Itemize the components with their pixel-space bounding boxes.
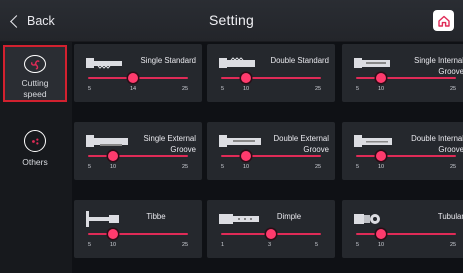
slider-min-label: 5 (88, 242, 92, 248)
home-button[interactable] (433, 10, 454, 31)
slider-track[interactable] (356, 77, 456, 79)
slider-track[interactable] (356, 233, 456, 235)
slider-handle[interactable] (241, 151, 251, 161)
fan-icon (24, 55, 46, 73)
card-single-standard: Single Standard 5 14 25 (74, 44, 202, 102)
dots-icon (24, 130, 46, 152)
slider-track[interactable] (221, 155, 321, 157)
slider-max-label: 25 (315, 86, 322, 92)
slider-min-label: 5 (221, 86, 225, 92)
slider-mid-label: 3 (268, 242, 272, 248)
sidebar-item-label: Cutting speed (21, 78, 49, 99)
card-tubular: Tubular 5 10 25 (342, 200, 463, 258)
slider-track[interactable] (221, 77, 321, 79)
slider-handle[interactable] (266, 229, 276, 239)
key-type-label: Tubular (437, 212, 463, 221)
key-type-label: Single Internal Groove (414, 56, 463, 76)
sidebar-item-others[interactable]: Others (3, 122, 67, 172)
key-type-label: Double External Groove (273, 134, 329, 154)
slider-max-label: 25 (182, 242, 189, 248)
slider-max-label: 5 (315, 242, 319, 248)
card-single-internal-groove: Single Internal Groove 5 10 25 (342, 44, 463, 102)
slider-track[interactable] (356, 155, 456, 157)
slider-max-label: 25 (182, 86, 189, 92)
key-type-label: Single Standard (140, 56, 196, 65)
key-icon (86, 58, 122, 69)
slider-min-label: 5 (88, 86, 92, 92)
key-icon (354, 135, 392, 147)
slider-handle[interactable] (241, 73, 251, 83)
key-type-label: Single External Groove (143, 134, 196, 154)
key-type-label: Double Internal Groove (411, 134, 463, 154)
slider-min-label: 5 (356, 86, 360, 92)
key-icon (219, 57, 255, 68)
sidebar-item-label: Others (22, 157, 48, 167)
top-bar: Back Setting (0, 0, 463, 42)
key-icon (219, 135, 261, 147)
slider-handle[interactable] (108, 151, 118, 161)
slider-min-label: 5 (356, 242, 360, 248)
sidebar-item-cutting-speed[interactable]: Cutting speed (3, 45, 67, 102)
key-icon (354, 214, 380, 224)
card-double-internal-groove: Double Internal Groove 5 10 25 (342, 122, 463, 180)
slider-mid-label: 10 (378, 242, 385, 248)
key-icon (86, 135, 128, 147)
key-icon (354, 58, 390, 68)
slider-min-label: 5 (88, 164, 92, 170)
slider-mid-label: 10 (110, 164, 117, 170)
slider-max-label: 25 (315, 164, 322, 170)
slider-track[interactable] (88, 233, 188, 235)
card-double-standard: Double Standard 5 10 25 (207, 44, 335, 102)
slider-track[interactable] (88, 77, 188, 79)
page-title: Setting (209, 12, 254, 28)
card-single-external-groove: Single External Groove 5 10 25 (74, 122, 202, 180)
slider-mid-label: 10 (378, 86, 385, 92)
slider-mid-label: 10 (110, 242, 117, 248)
card-double-external-groove: Double External Groove 5 10 25 (207, 122, 335, 180)
card-tibbe: Tibbe 5 10 25 (74, 200, 202, 258)
key-type-label: Tibbe (146, 212, 166, 221)
slider-handle[interactable] (108, 229, 118, 239)
slider-max-label: 25 (450, 242, 457, 248)
sidebar: Cutting speed Others (0, 42, 72, 273)
slider-min-label: 1 (221, 242, 225, 248)
key-type-label: Dimple (276, 212, 302, 221)
home-icon (437, 15, 450, 27)
slider-track[interactable] (88, 155, 188, 157)
slider-max-label: 25 (450, 164, 457, 170)
slider-handle[interactable] (376, 229, 386, 239)
slider-mid-label: 14 (130, 86, 137, 92)
slider-min-label: 5 (221, 164, 225, 170)
key-type-label: Double Standard (270, 56, 329, 65)
slider-mid-label: 10 (243, 86, 250, 92)
slider-max-label: 25 (450, 86, 457, 92)
slider-mid-label: 10 (243, 164, 250, 170)
slider-handle[interactable] (376, 151, 386, 161)
slider-mid-label: 10 (378, 164, 385, 170)
slider-handle[interactable] (376, 73, 386, 83)
card-dimple: Dimple 1 3 5 (207, 200, 335, 258)
slider-min-label: 5 (356, 164, 360, 170)
slider-handle[interactable] (128, 73, 138, 83)
slider-max-label: 25 (182, 164, 189, 170)
